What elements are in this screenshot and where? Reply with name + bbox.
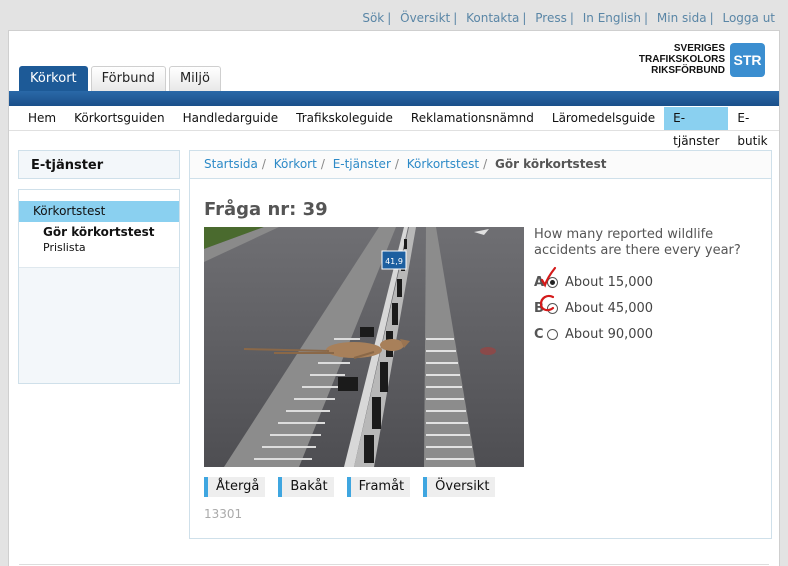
- main-nav: Hem Körkortsguiden Handledarguide Trafik…: [9, 106, 779, 148]
- tab-forbund[interactable]: Förbund: [90, 66, 166, 91]
- nav-item-handledarguide[interactable]: Handledarguide: [174, 107, 288, 130]
- nav-item-laromedelsguide[interactable]: Läromedelsguide: [543, 107, 664, 130]
- overview-button[interactable]: Översikt: [423, 477, 496, 497]
- footer-divider: [19, 564, 769, 565]
- toplink-my-page[interactable]: Min sida: [657, 11, 707, 25]
- breadcrumb-current: Gör körkortstest: [494, 157, 607, 171]
- breadcrumb-e-tjanster[interactable]: E-tjänster: [333, 157, 391, 171]
- sidebar-item-prislista[interactable]: Prislista: [19, 241, 179, 254]
- answer-option-c[interactable]: C About 90,000: [534, 321, 653, 347]
- next-button[interactable]: Framåt: [346, 477, 411, 497]
- toplink-overview[interactable]: Översikt: [400, 11, 450, 25]
- question-id: 13301: [204, 507, 243, 521]
- breadcrumb: Startsida / Körkort / E-tjänster / Körkorts…: [190, 151, 771, 179]
- question-image: 41,9: [204, 227, 524, 467]
- sidebar-item-gor-korkortstest[interactable]: Gör körkortstest: [19, 225, 179, 239]
- header-bar: [9, 91, 779, 106]
- sidebar-menu: Körkortstest Gör körkortstest Prislista: [18, 189, 180, 384]
- top-links: Sök | Översikt | Kontakta | Press | In Engli…: [362, 11, 775, 25]
- question-text: How many reported wildlife accidents are…: [534, 227, 741, 258]
- logo-badge: STR: [730, 43, 765, 77]
- toplink-press[interactable]: Press: [535, 11, 567, 25]
- previous-button[interactable]: Bakåt: [278, 477, 334, 497]
- nav-item-e-tjanster[interactable]: E-tjänster: [664, 106, 729, 148]
- option-letter: C: [534, 326, 544, 342]
- nav-item-trafikskoleguide[interactable]: Trafikskoleguide: [287, 107, 402, 130]
- km-sign-text: 41,9: [385, 257, 403, 266]
- nav-item-reklamationsnamnd[interactable]: Reklamationsnämnd: [402, 107, 543, 130]
- back-to-start-button[interactable]: Återgå: [204, 477, 266, 497]
- toplink-logout[interactable]: Logga ut: [722, 11, 775, 25]
- question-buttons: Återgå Bakåt Framåt Översikt: [204, 477, 508, 497]
- option-label: About 90,000: [565, 326, 654, 342]
- tab-miljo[interactable]: Miljö: [168, 66, 221, 91]
- tab-korkort[interactable]: Körkort: [19, 66, 88, 91]
- sidebar-item-korkortstest[interactable]: Körkortstest: [19, 201, 179, 222]
- main-tabs: Körkort Förbund Miljö: [19, 66, 224, 91]
- logo-text: SVERIGES TRAFIKSKOLORS RIKSFÖRBUND: [638, 43, 725, 76]
- option-label: About 15,000: [565, 274, 654, 290]
- toplink-search[interactable]: Sök: [362, 11, 384, 25]
- red-circle-mark-icon: [539, 294, 555, 312]
- question-title: Fråga nr: 39: [204, 199, 328, 220]
- breadcrumb-korkortstest[interactable]: Körkortstest: [407, 157, 479, 171]
- red-check-mark-icon: [540, 266, 557, 288]
- breadcrumb-startsida[interactable]: Startsida: [204, 157, 258, 171]
- answer-options: A About 15,000 B About 45,000 C About 90…: [534, 266, 654, 347]
- sidebar-title: E-tjänster: [18, 150, 180, 179]
- breadcrumb-korkort[interactable]: Körkort: [274, 157, 317, 171]
- str-logo[interactable]: SVERIGES TRAFIKSKOLORS RIKSFÖRBUND STR: [625, 43, 765, 79]
- option-label: About 45,000: [565, 300, 654, 316]
- main-content: Startsida / Körkort / E-tjänster / Körkorts…: [189, 150, 772, 539]
- nav-item-korkortsguiden[interactable]: Körkortsguiden: [65, 107, 173, 130]
- nav-item-e-butik[interactable]: E-butik: [728, 107, 779, 148]
- radio-option-c[interactable]: [547, 328, 558, 340]
- answer-option-b[interactable]: B About 45,000: [534, 294, 654, 321]
- page-frame: SVERIGES TRAFIKSKOLORS RIKSFÖRBUND STR K…: [8, 30, 780, 566]
- toplink-contact[interactable]: Kontakta: [466, 11, 519, 25]
- toplink-english[interactable]: In English: [583, 11, 641, 25]
- nav-item-hem[interactable]: Hem: [19, 107, 65, 130]
